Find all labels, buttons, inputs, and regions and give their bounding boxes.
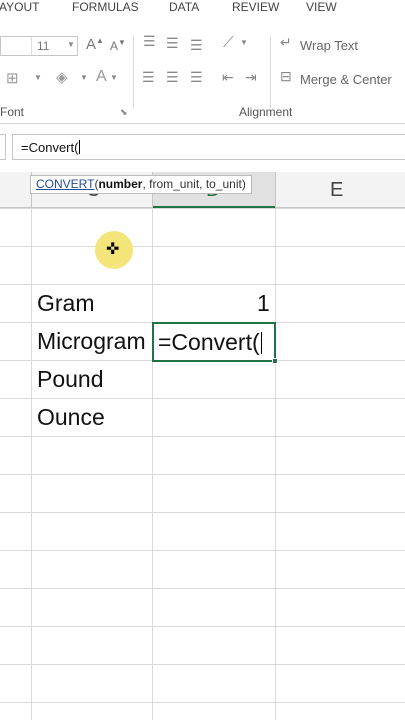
align-bottom-icon[interactable]: ☰ <box>190 38 203 52</box>
ribbon-group-divider <box>270 36 271 108</box>
tooltip-function-link[interactable]: CONVERT <box>36 177 94 191</box>
shrink-font-label: A <box>110 39 119 53</box>
align-top-icon[interactable]: ☰ <box>143 34 156 48</box>
column-label-e: E <box>330 179 344 201</box>
gridline <box>0 246 405 247</box>
cell-c-gram[interactable]: Gram <box>37 290 151 317</box>
column-header-b[interactable] <box>0 172 32 208</box>
shrink-font-button[interactable]: A▼ <box>110 38 126 53</box>
wrap-text-button[interactable]: Wrap Text <box>300 38 358 53</box>
orientation-icon[interactable]: ⟋ <box>223 35 234 50</box>
gridline <box>0 550 405 551</box>
borders-icon[interactable]: ⊞ <box>6 71 19 86</box>
excel-window: AYOUT FORMULAS DATA REVIEW VIEW 11 ▼ A▲ … <box>0 0 405 720</box>
chevron-down-icon: ▼ <box>67 40 75 49</box>
formula-bar: =Convert( <box>0 134 405 160</box>
tooltip-current-arg: number <box>98 177 143 191</box>
chevron-down-icon[interactable]: ▼ <box>80 74 88 82</box>
active-cell-formula: =Convert( <box>158 329 262 356</box>
cell-c-microgram[interactable]: Microgram <box>37 328 152 355</box>
gridline <box>0 664 405 665</box>
merge-center-icon[interactable]: ⊟ <box>280 69 292 83</box>
increase-indent-icon[interactable]: ⇥ <box>245 70 257 84</box>
gridline <box>0 588 405 589</box>
align-right-icon[interactable]: ☰ <box>190 70 203 84</box>
tab-formulas[interactable]: FORMULAS <box>72 0 139 14</box>
gridline <box>0 436 405 437</box>
column-divider[interactable] <box>275 172 276 208</box>
tooltip-rest-args: , from_unit, to_unit) <box>142 177 246 191</box>
cell-select-cursor-icon: ✜ <box>106 241 120 258</box>
text-caret <box>79 140 81 154</box>
chevron-down-icon[interactable]: ▼ <box>34 74 42 82</box>
align-center-icon[interactable]: ☰ <box>166 70 179 84</box>
formula-value: =Convert( <box>21 140 79 155</box>
gridline <box>0 474 405 475</box>
tab-page-layout[interactable]: AYOUT <box>0 0 39 14</box>
active-cell-formula-text: =Convert( <box>158 329 260 355</box>
chevron-down-icon[interactable]: ▼ <box>240 39 248 47</box>
cell-d-gram-value[interactable]: 1 <box>257 290 270 317</box>
formula-input[interactable]: =Convert( <box>12 134 405 160</box>
font-size-dropdown[interactable]: 11 ▼ <box>0 36 78 56</box>
chevron-down-icon[interactable]: ▼ <box>110 74 118 82</box>
decrease-indent-icon[interactable]: ⇤ <box>222 70 234 84</box>
gridline <box>0 398 405 399</box>
active-cell-d-microgram[interactable]: =Convert( <box>152 322 276 362</box>
ribbon-tabs: AYOUT FORMULAS DATA REVIEW VIEW <box>0 0 405 16</box>
grow-font-label: A <box>86 36 97 53</box>
font-size-divider <box>31 37 32 55</box>
ribbon-group-divider <box>133 36 134 108</box>
column-header-e[interactable]: E <box>275 172 405 208</box>
gridline <box>0 512 405 513</box>
ribbon: 11 ▼ A▲ A▼ ⊞ ▼ ◈ ▼ A ▼ ☰ ☰ ☰ ⟋ ▼ ☰ ☰ ☰ ⇤… <box>0 16 405 124</box>
gridline <box>0 702 405 703</box>
gridline <box>0 626 405 627</box>
align-left-icon[interactable]: ☰ <box>142 70 155 84</box>
fill-handle[interactable] <box>272 358 278 364</box>
alignment-group-label: Alignment <box>239 105 293 119</box>
grow-font-arrow-icon: ▲ <box>96 36 104 45</box>
tab-data[interactable]: DATA <box>169 0 199 14</box>
gridline <box>0 208 405 209</box>
cell-c-pound[interactable]: Pound <box>37 366 151 393</box>
merge-center-button[interactable]: Merge & Center <box>300 72 392 87</box>
name-box-edge[interactable] <box>0 134 6 160</box>
tab-view[interactable]: VIEW <box>306 0 337 14</box>
function-argument-tooltip: CONVERT(number, from_unit, to_unit) <box>30 175 252 194</box>
gridline <box>0 284 405 285</box>
grow-font-button[interactable]: A▲ <box>86 36 104 53</box>
shrink-font-arrow-icon: ▼ <box>118 38 126 47</box>
formula-text: =Convert( <box>21 140 81 155</box>
fill-color-icon[interactable]: ◈ <box>56 70 68 85</box>
worksheet-grid[interactable] <box>0 208 405 720</box>
text-caret <box>260 332 262 354</box>
font-color-icon[interactable]: A <box>96 69 107 85</box>
font-size-value: 11 <box>37 39 50 53</box>
cell-c-ounce[interactable]: Ounce <box>37 404 151 431</box>
font-dialog-launcher-icon[interactable]: ⬊ <box>120 108 128 117</box>
wrap-text-icon[interactable]: ↵ <box>280 35 292 49</box>
font-group-label: Font <box>0 105 25 119</box>
tab-review[interactable]: REVIEW <box>232 0 279 14</box>
align-middle-icon[interactable]: ☰ <box>166 36 179 50</box>
